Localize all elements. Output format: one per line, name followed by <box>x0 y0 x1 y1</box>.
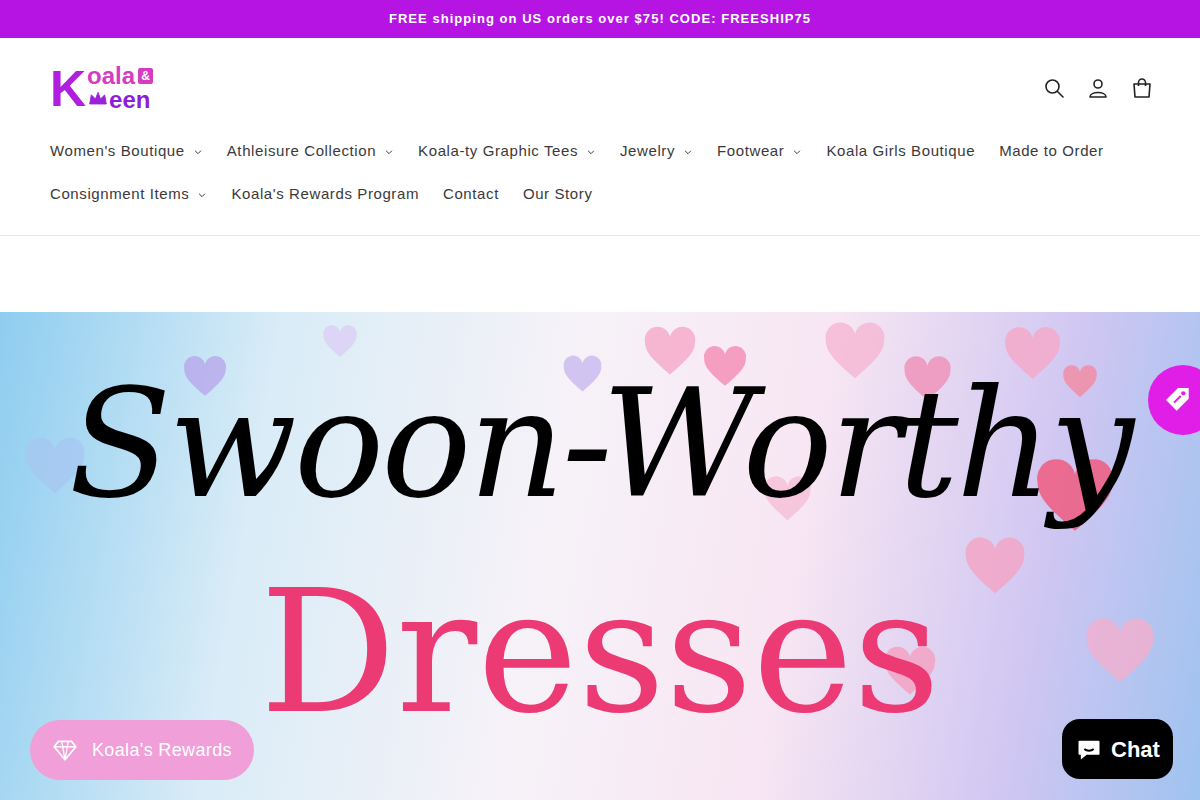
nav-label: Women's Boutique <box>50 140 185 163</box>
nav-item[interactable]: Footwear <box>705 130 814 173</box>
chevron-down-icon <box>792 147 802 157</box>
chat-label: Chat <box>1111 733 1160 766</box>
chevron-down-icon <box>586 147 596 157</box>
logo-bottom: een <box>109 88 150 112</box>
rewards-button[interactable]: Koala's Rewards <box>30 720 254 780</box>
heart-decoration <box>1080 612 1160 692</box>
announcement-text: FREE shipping on US orders over $75! COD… <box>389 9 811 29</box>
chat-button[interactable]: Chat <box>1062 719 1173 779</box>
nav-label: Footwear <box>717 140 784 163</box>
nav-item[interactable]: Koala Girls Boutique <box>814 130 987 173</box>
nav-label: Jewelry <box>620 140 675 163</box>
nav-label: Contact <box>443 183 499 206</box>
nav-row: Consignment Items Koala's Rewards Program… <box>38 173 1200 216</box>
crown-icon <box>87 89 109 109</box>
header-top: Koala&een <box>0 58 1200 118</box>
diamond-icon <box>52 737 78 763</box>
logo-initial: K <box>50 67 86 112</box>
hero-subtitle: Dresses <box>260 567 941 737</box>
chevron-down-icon <box>683 147 693 157</box>
logo-bottom-row: een <box>87 88 153 112</box>
logo[interactable]: Koala&een <box>50 64 153 112</box>
nav-label: Made to Order <box>999 140 1104 163</box>
logo-top: oala <box>87 64 135 88</box>
nav-item[interactable]: Our Story <box>511 173 605 216</box>
nav-item[interactable]: Koala-ty Graphic Tees <box>406 130 608 173</box>
chevron-down-icon <box>193 147 203 157</box>
account-icon[interactable] <box>1086 76 1110 100</box>
hero-title: Swoon-Worthy <box>69 362 1132 527</box>
announcement-bar: FREE shipping on US orders over $75! COD… <box>0 0 1200 38</box>
heart-decoration <box>960 532 1030 602</box>
page-gap <box>0 236 1200 312</box>
nav-item[interactable]: Athleisure Collection <box>215 130 406 173</box>
chevron-down-icon <box>384 147 394 157</box>
site-header: Koala&eenWomen's BoutiqueAthleisure Coll… <box>0 38 1200 236</box>
header-icons <box>1042 76 1154 100</box>
hero-text: Swoon-Worthy Dresses <box>0 312 1200 737</box>
chat-icon <box>1075 735 1103 763</box>
nav-label: Consignment Items <box>50 183 189 206</box>
nav-item[interactable]: Made to Order <box>987 130 1116 173</box>
nav-label: Koala's Rewards Program <box>231 183 419 206</box>
nav-label: Athleisure Collection <box>227 140 376 163</box>
logo-words: oala&een <box>87 64 153 112</box>
cart-icon[interactable] <box>1130 76 1154 100</box>
nav-label: Koala-ty Graphic Tees <box>418 140 578 163</box>
search-icon[interactable] <box>1042 76 1066 100</box>
nav-label: Koala Girls Boutique <box>826 140 975 163</box>
tag-icon <box>1162 384 1194 416</box>
rewards-label: Koala's Rewards <box>92 737 232 764</box>
nav-item[interactable]: Contact <box>431 173 511 216</box>
nav-item[interactable]: Consignment Items <box>38 173 219 216</box>
nav-item[interactable]: Koala's Rewards Program <box>219 173 431 216</box>
main-nav: Women's Boutique Athleisure Collection Koa… <box>0 130 1200 216</box>
nav-item[interactable]: Women's Boutique <box>38 130 215 173</box>
nav-label: Our Story <box>523 183 593 206</box>
nav-row: Women's Boutique Athleisure Collection Koa… <box>38 130 1200 173</box>
chevron-down-icon <box>197 190 207 200</box>
logo-badge: & <box>138 68 153 84</box>
nav-item[interactable]: Jewelry <box>608 130 705 173</box>
logo-top-row: oala& <box>87 64 153 88</box>
heart-decoration <box>320 322 360 362</box>
